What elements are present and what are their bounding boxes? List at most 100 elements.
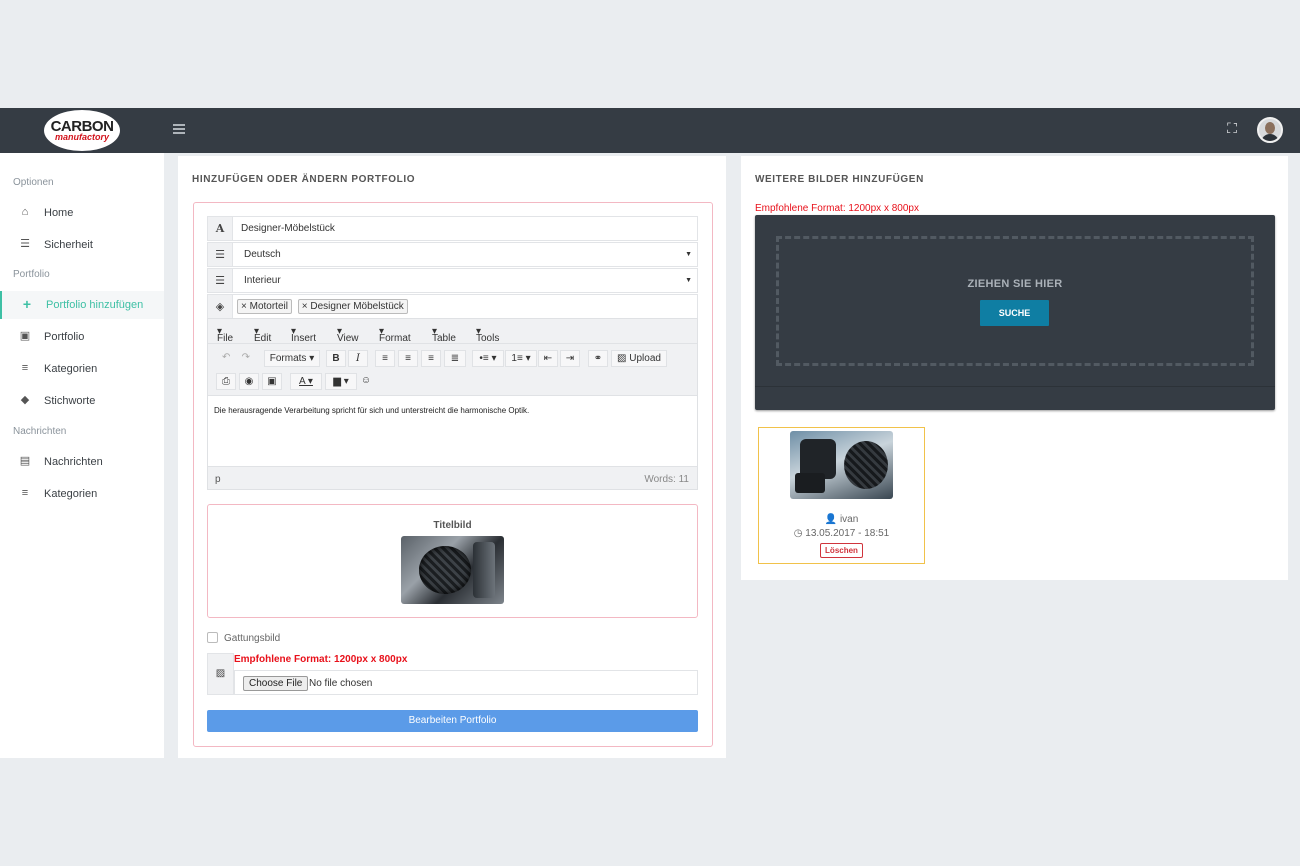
sidebar-item-stichworte[interactable]: ◆ Stichworte <box>0 387 164 415</box>
sidebar-item-label: Kategorien <box>44 363 98 375</box>
sidebar-item-label: Home <box>44 207 74 219</box>
indent-icon[interactable]: ⇥ <box>560 350 580 367</box>
dropzone-text: ZIEHEN SIE HIER <box>967 278 1063 290</box>
preview-icon[interactable]: ◉ <box>239 373 259 390</box>
font-icon: A <box>207 216 233 241</box>
file-status: No file chosen <box>309 678 373 689</box>
tags-icon: ◈ <box>207 294 233 319</box>
carbon-logo[interactable]: CARBON manufactory <box>44 110 120 151</box>
card-datetime: ◷ 13.05.2017 - 18:51 <box>759 528 924 539</box>
language-value: Deutsch <box>244 249 281 260</box>
formats-dropdown[interactable]: Formats ▾ <box>264 350 320 367</box>
tag-label: Motorteil <box>249 301 288 312</box>
align-center-icon[interactable]: ≡ <box>398 350 418 367</box>
bold-icon[interactable]: B <box>326 350 346 367</box>
tag-label: Designer Möbelstück <box>310 301 404 312</box>
newspaper-icon: ▤ <box>19 455 31 467</box>
align-justify-icon[interactable]: ≣ <box>444 350 466 367</box>
briefcase-icon: ▣ <box>19 330 31 342</box>
menu-tools[interactable]: Tools ▾ <box>476 326 499 344</box>
italic-icon[interactable]: I <box>348 350 368 367</box>
file-input[interactable]: Choose File No file chosen <box>234 670 698 695</box>
gallery-format-note: Empfohlene Format: 1200px x 800px <box>755 203 919 214</box>
submit-portfolio-button[interactable]: Bearbeiten Portfolio <box>207 710 698 732</box>
menu-toggle-icon[interactable] <box>173 124 185 134</box>
sidebar-item-portfolio[interactable]: ▣ Portfolio <box>0 323 164 351</box>
sidebar-item-home[interactable]: ⌂ Home <box>0 199 164 227</box>
list-icon: ≡ <box>21 487 29 499</box>
menu-file[interactable]: File ▾ <box>217 326 233 344</box>
element-path[interactable]: p <box>215 474 221 485</box>
upload-dropzone[interactable]: ZIEHEN SIE HIER SUCHE <box>755 215 1275 410</box>
sidebar-item-sicherheit[interactable]: ☰ Sicherheit <box>0 231 164 259</box>
category-value: Interieur <box>244 275 281 286</box>
category-select[interactable]: Interieur ▼ <box>233 268 698 293</box>
sidebar-section-optionen: Optionen <box>13 177 54 188</box>
editor-toolbar: ↶ ↷ Formats ▾ B I ≡ ≡ ≡ ≣ •≡ ▾ 1≡ ▾ ⇤ ⇥ … <box>208 344 697 396</box>
card-user: 👤 ivan <box>759 514 924 525</box>
card-datetime-value: 13.05.2017 - 18:51 <box>805 528 890 539</box>
image-icon: ▨ <box>207 653 234 695</box>
sidebar-item-kategorien[interactable]: ≡ Kategorien <box>0 355 164 383</box>
tags-input[interactable]: × Motorteil × Designer Möbelstück <box>233 294 698 319</box>
gallery-thumbnail[interactable] <box>790 431 893 499</box>
align-right-icon[interactable]: ≡ <box>421 350 441 367</box>
emoticon-icon[interactable]: ☺ <box>356 373 376 390</box>
choose-file-button[interactable]: Choose File <box>243 676 309 691</box>
menu-table[interactable]: Table ▾ <box>432 326 456 344</box>
numbered-list-icon[interactable]: 1≡ ▾ <box>505 350 537 367</box>
format-note: Empfohlene Format: 1200px x 800px <box>234 654 408 665</box>
rich-text-editor: File ▾ Edit ▾ Insert ▾ View ▾ Format ▾ T… <box>207 318 698 490</box>
sidebar-section-nachrichten: Nachrichten <box>13 426 67 437</box>
search-files-button[interactable]: SUCHE <box>980 300 1049 326</box>
menu-insert[interactable]: Insert ▾ <box>291 326 316 344</box>
name-input[interactable]: Designer-Möbelstück <box>233 216 698 241</box>
delete-image-button[interactable]: Löschen <box>820 543 863 558</box>
undo-icon[interactable]: ↶ <box>222 352 230 363</box>
text-color-icon[interactable]: A ▾ <box>290 373 322 390</box>
menu-view[interactable]: View ▾ <box>337 326 359 344</box>
outdent-icon[interactable]: ⇤ <box>538 350 558 367</box>
gallery-image-card: 👤 ivan ◷ 13.05.2017 - 18:51 Löschen <box>758 427 925 564</box>
formats-label: Formats <box>269 353 307 364</box>
menu-label: Table <box>432 333 456 344</box>
remove-tag-icon[interactable]: × <box>241 301 247 312</box>
link-icon[interactable]: ⚭ <box>588 350 608 367</box>
image-icon: ▨ <box>617 353 627 364</box>
sidebar-item-nachrichten[interactable]: ▤ Nachrichten <box>0 448 164 476</box>
list-icon: ≡ <box>21 362 29 374</box>
align-left-icon[interactable]: ≡ <box>375 350 395 367</box>
media-icon[interactable]: ▣ <box>262 373 282 390</box>
word-count: Words: 11 <box>644 474 689 485</box>
bullet-list-icon[interactable]: •≡ ▾ <box>472 350 504 367</box>
fullscreen-icon[interactable]: ⛶ <box>1224 120 1240 136</box>
user-avatar[interactable] <box>1257 117 1283 143</box>
menu-format[interactable]: Format ▾ <box>379 326 411 344</box>
editor-content[interactable]: Die herausragende Verarbeitung spricht f… <box>214 406 529 415</box>
print-icon[interactable]: ⎙ <box>216 373 236 390</box>
remove-tag-icon[interactable]: × <box>302 301 308 312</box>
sidebar-item-label: Sicherheit <box>44 239 93 251</box>
background-color-icon[interactable]: ▆ ▾ <box>325 373 357 390</box>
tag-chip[interactable]: × Designer Möbelstück <box>297 299 408 314</box>
list-icon: ☰ <box>207 242 233 267</box>
language-select[interactable]: Deutsch ▼ <box>233 242 698 267</box>
undo-redo-group: ↶ ↷ <box>214 350 258 367</box>
menu-label: View <box>337 333 359 344</box>
sidebar-item-portfolio-hinzufuegen[interactable]: + Portfolio hinzufügen <box>0 291 164 319</box>
sidebar-item-nachrichten-kategorien[interactable]: ≡ Kategorien <box>0 480 164 508</box>
sidebar: Optionen ⌂ Home ☰ Sicherheit Portfolio +… <box>0 153 164 758</box>
dropzone-divider <box>755 386 1275 387</box>
menu-edit[interactable]: Edit ▾ <box>254 326 271 344</box>
tag-chip[interactable]: × Motorteil <box>237 299 292 314</box>
plus-icon: + <box>22 296 32 312</box>
menu-label: Tools <box>476 333 500 344</box>
cover-image[interactable] <box>401 536 504 604</box>
upload-image-button[interactable]: ▨ Upload <box>611 350 667 367</box>
cover-image-label: Titelbild <box>433 520 472 531</box>
name-input-group: A Designer-Möbelstück <box>207 216 698 241</box>
gattungsbild-checkbox[interactable] <box>207 632 218 643</box>
sidebar-section-portfolio: Portfolio <box>13 269 50 280</box>
gallery-panel-title: WEITERE BILDER HINZUFÜGEN <box>755 174 924 185</box>
redo-icon[interactable]: ↷ <box>242 352 250 363</box>
